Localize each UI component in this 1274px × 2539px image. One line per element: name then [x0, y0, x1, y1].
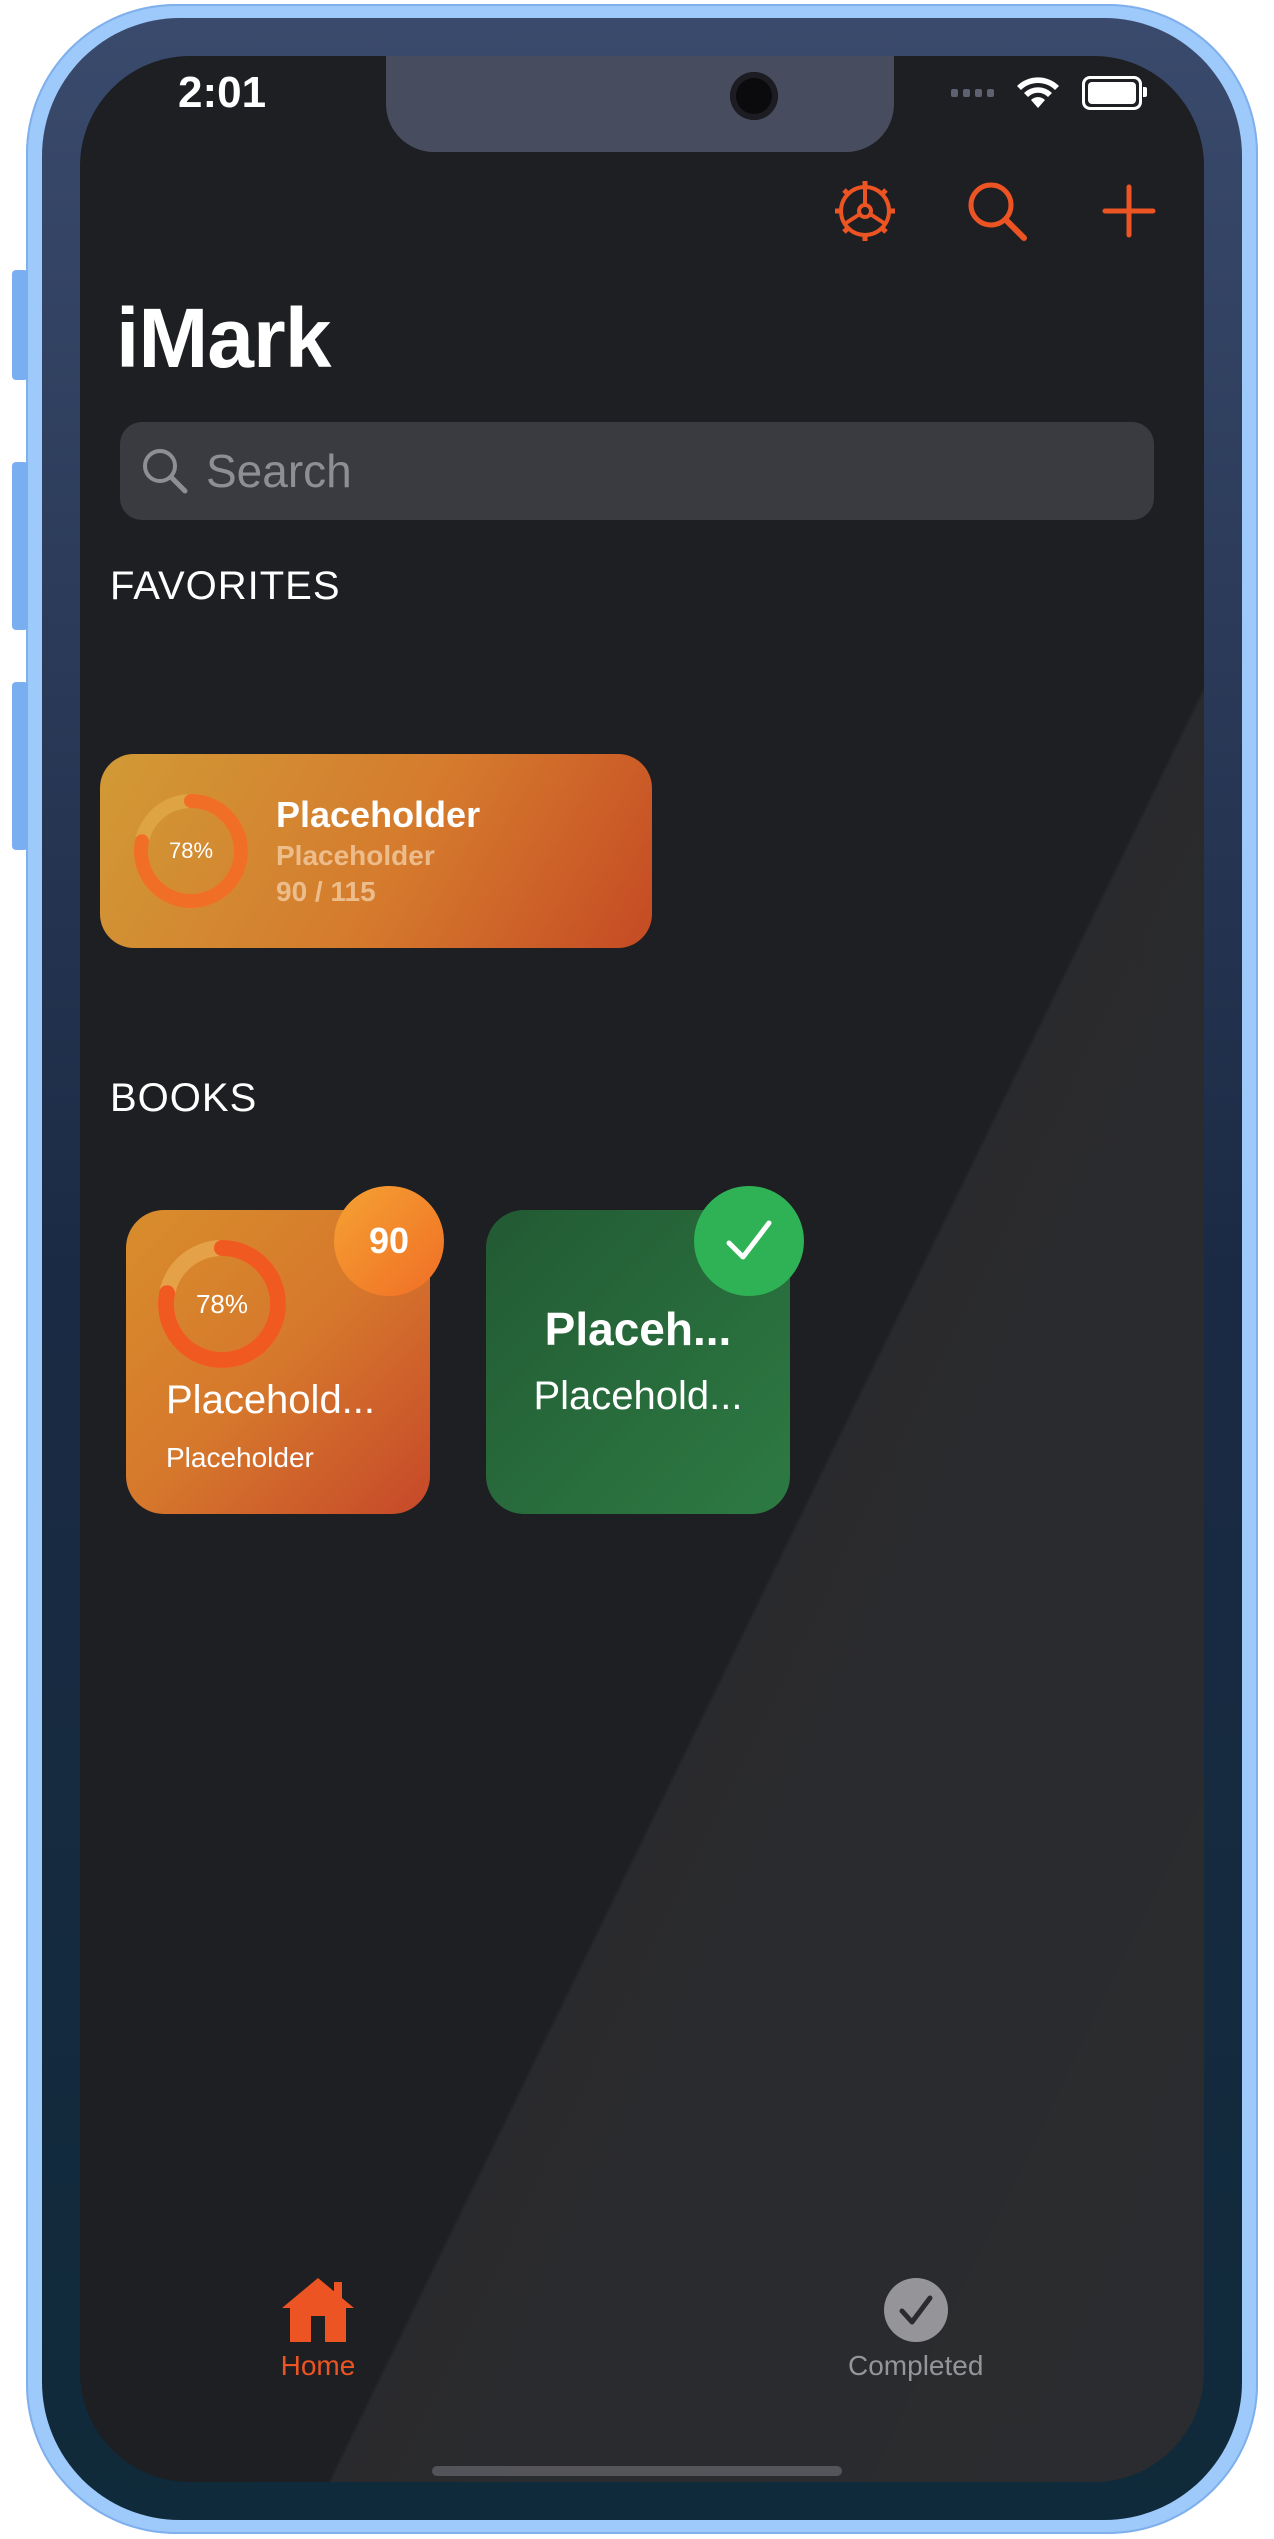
camera: [730, 72, 778, 120]
home-icon: [282, 2278, 354, 2342]
tab-completed[interactable]: Completed: [848, 2276, 983, 2382]
progress-percent-label: 78%: [168, 838, 214, 863]
device-side-button: [12, 270, 28, 380]
tab-home-label: Home: [280, 2350, 356, 2381]
search-icon[interactable]: [962, 176, 1032, 246]
device-volume-up: [12, 462, 28, 630]
book-title: Placehold...: [166, 1378, 376, 1422]
tab-completed-label: Completed: [848, 2350, 984, 2381]
progress-percent-label: 78%: [195, 1288, 249, 1319]
check-circle-icon: [883, 2278, 948, 2342]
book-title: Placeh...: [544, 1303, 732, 1355]
nav-bar-actions: [830, 176, 1164, 246]
search-input[interactable]: [204, 443, 1108, 499]
tab-home[interactable]: Home: [280, 2276, 356, 2382]
progress-ring: 78%: [152, 1234, 292, 1374]
books-header: BOOKS: [110, 1076, 258, 1120]
home-indicator: [432, 2466, 842, 2476]
notch: [386, 56, 894, 152]
favorite-card[interactable]: 78% Placeholder Placeholder 90 / 115: [100, 754, 652, 948]
status-icons: [951, 76, 1147, 110]
favorite-progress: 90 / 115: [276, 876, 376, 907]
device-volume-down: [12, 682, 28, 850]
progress-ring: 78%: [132, 792, 250, 910]
favorites-header: FAVORITES: [110, 564, 341, 608]
search-bar[interactable]: [120, 422, 1154, 520]
search-field-icon: [143, 449, 188, 494]
book-subtitle: Placehold...: [533, 1374, 743, 1418]
battery-icon: [1082, 76, 1147, 110]
status-time: 2:01: [178, 68, 267, 117]
favorite-title: Placeholder: [276, 794, 481, 835]
check-icon: [694, 1186, 804, 1296]
signal-icon: [951, 89, 994, 97]
tab-bar: Home Completed: [80, 2276, 1204, 2416]
book-subtitle: Placeholder: [166, 1442, 314, 1473]
page-count-badge: 90: [334, 1186, 444, 1296]
page-title: iMark: [116, 291, 331, 385]
plus-icon[interactable]: [1094, 176, 1164, 246]
screen: 2:01 iMark Search FAVORITES 78% Placehol…: [80, 56, 1204, 2482]
wifi-icon: [1017, 77, 1059, 108]
gear-icon[interactable]: [830, 176, 900, 246]
favorite-subtitle: Placeholder: [276, 840, 435, 871]
